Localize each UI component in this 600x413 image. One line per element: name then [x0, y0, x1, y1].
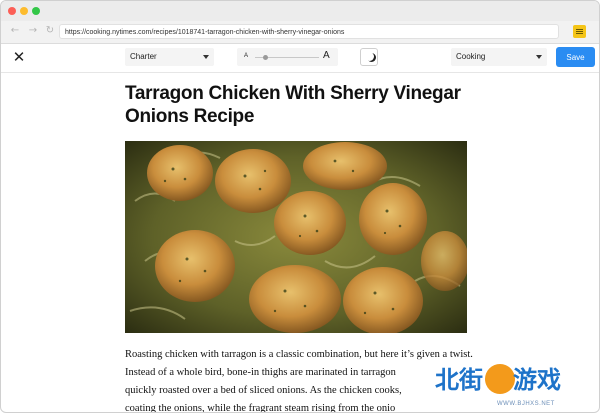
notes-extension-icon[interactable]: [573, 25, 586, 38]
roast-chicken-image: [125, 141, 467, 333]
chevron-down-icon: [536, 55, 542, 59]
close-icon[interactable]: ✕: [12, 49, 26, 65]
reader-toolbar: ✕ Charter A A Cooking Save: [1, 44, 599, 73]
increase-text-size-button[interactable]: A: [323, 50, 330, 61]
save-button[interactable]: Save: [556, 47, 595, 67]
theme-toggle-button[interactable]: [360, 48, 378, 66]
minimize-window-button[interactable]: [20, 7, 28, 15]
forward-icon[interactable]: →: [27, 25, 39, 37]
close-window-button[interactable]: [8, 7, 16, 15]
title-bar: [1, 1, 599, 21]
chevron-down-icon: [203, 55, 209, 59]
font-select[interactable]: Charter: [125, 48, 214, 66]
font-select-value: Charter: [130, 52, 157, 61]
watermark-text-left: 北街: [435, 366, 483, 394]
watermark: 北街 游戏 WWW.BJHXS.NET: [401, 359, 599, 412]
mode-select[interactable]: Cooking: [451, 48, 547, 66]
browser-toolbar: ← → ↻ https://cooking.nytimes.com/recipe…: [1, 21, 599, 44]
browser-window: ← → ↻ https://cooking.nytimes.com/recipe…: [0, 0, 600, 413]
recipe-photo: [125, 141, 467, 333]
moon-icon: [365, 52, 374, 61]
back-icon[interactable]: ←: [9, 25, 21, 37]
mode-select-value: Cooking: [456, 52, 486, 61]
article-title: Tarragon Chicken With Sherry Vinegar Oni…: [125, 83, 461, 127]
watermark-text-right: 游戏: [513, 366, 561, 394]
text-size-control: A A: [237, 48, 338, 66]
decrease-text-size-button[interactable]: A: [244, 53, 248, 59]
reload-icon[interactable]: ↻: [44, 25, 56, 37]
zoom-window-button[interactable]: [32, 7, 40, 15]
address-bar[interactable]: https://cooking.nytimes.com/recipes/1018…: [59, 24, 559, 39]
watermark-url: WWW.BJHXS.NET: [497, 401, 555, 407]
watermark-logo-icon: [485, 364, 515, 394]
text-size-slider-thumb[interactable]: [263, 55, 269, 60]
